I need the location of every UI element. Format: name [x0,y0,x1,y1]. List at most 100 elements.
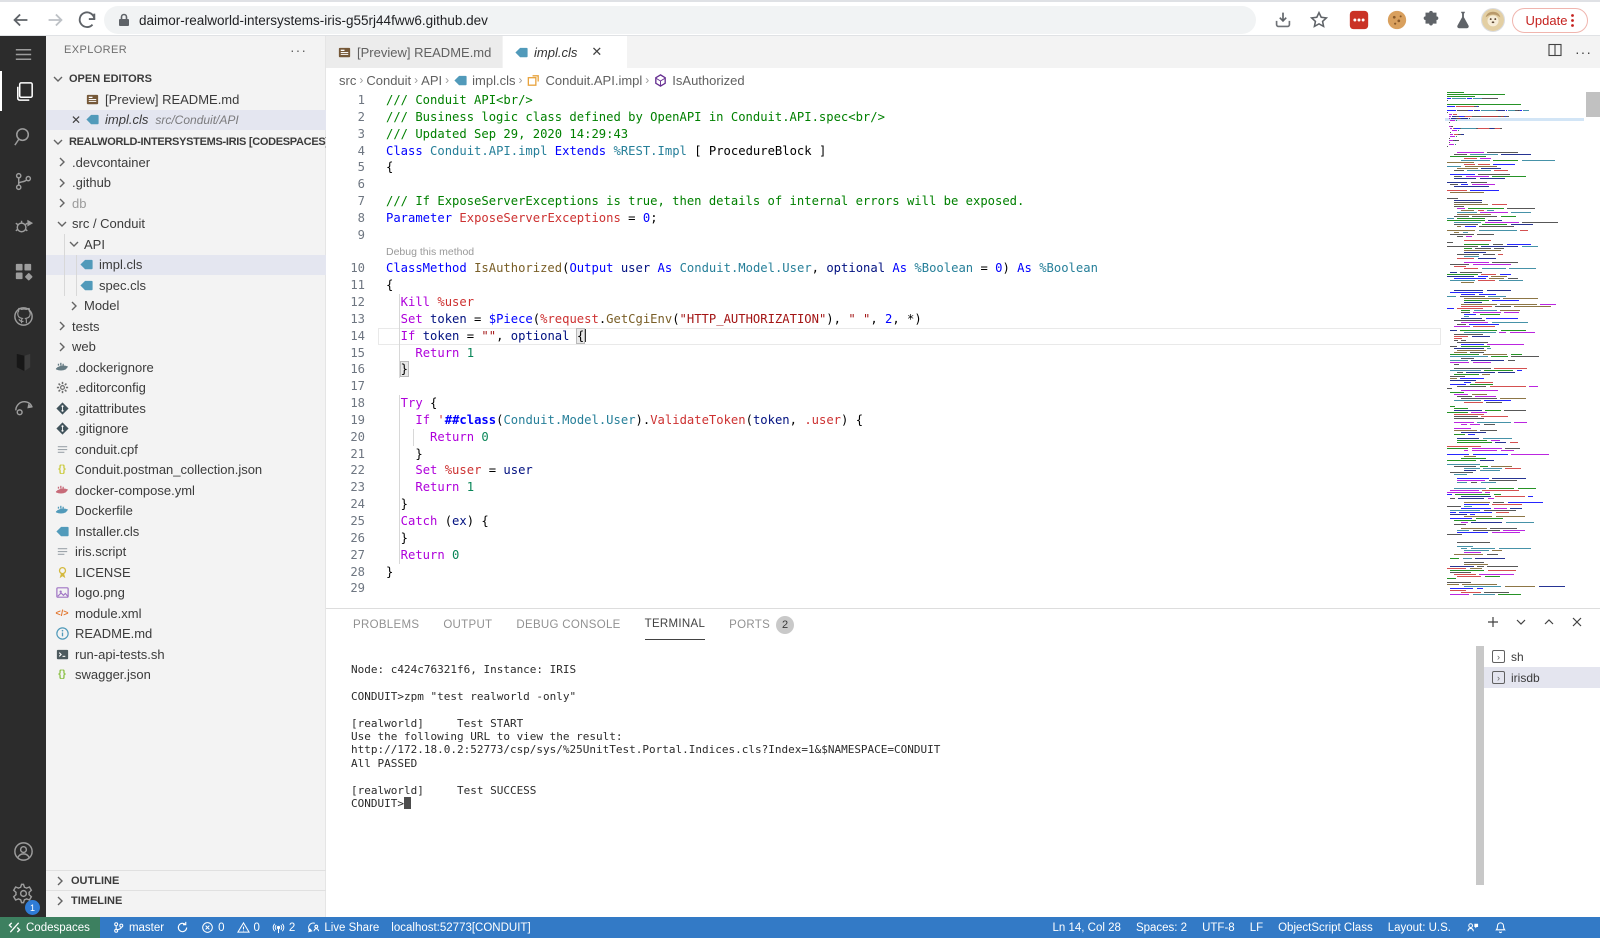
status-lf[interactable]: LF [1250,922,1263,934]
tree-file--gitignore[interactable]: .gitignore [46,419,326,440]
status-master[interactable]: master [112,921,164,934]
tree-file-iris-script[interactable]: iris.script [46,542,326,563]
status-spaces-2[interactable]: Spaces: 2 [1136,922,1187,934]
minimap[interactable] [1445,92,1584,604]
tree-folder-db[interactable]: db [46,193,326,214]
extensions-puzzle-icon[interactable] [1420,9,1442,31]
status-live-share[interactable]: Live Share [307,921,379,934]
outline-section[interactable]: OUTLINE [46,870,326,890]
tree-folder-web[interactable]: web [46,337,326,358]
tab-close-icon[interactable]: ✕ [591,44,602,60]
breadcrumb-impl-cls[interactable]: impl.cls [452,72,515,88]
tree-file-license[interactable]: LICENSE [46,562,326,583]
tree-file-readme-md[interactable]: README.md [46,624,326,645]
close-editor-icon[interactable]: ✕ [68,112,84,128]
tree-folder-api[interactable]: API [46,234,326,255]
url-bar[interactable]: daimor-realworld-intersystems-iris-g55rj… [104,6,1256,34]
tree-folder--devcontainer[interactable]: .devcontainer [46,152,326,173]
update-button[interactable]: Update [1512,8,1588,33]
workspace-root-header[interactable]: REALWORLD-INTERSYSTEMS-IRIS [CODESPACES] [46,131,326,152]
panel-tab-problems[interactable]: PROBLEMS [353,609,419,640]
tree-folder--github[interactable]: .github [46,173,326,194]
timeline-section[interactable]: TIMELINE [46,890,326,910]
panel-tab-output[interactable]: OUTPUT [443,609,492,640]
remote-indicator[interactable]: Codespaces [0,917,100,938]
bookmark-star-icon[interactable] [1308,9,1330,31]
flask-icon[interactable] [1452,9,1474,31]
split-editor-icon[interactable] [1547,42,1563,63]
editor-more-icon[interactable]: ··· [1575,44,1592,60]
activity-debug-view-icon[interactable] [0,206,46,246]
panel-close-icon[interactable] [1570,615,1584,634]
tree-file-conduit-postman-collection-json[interactable]: {}Conduit.postman_collection.json [46,460,326,481]
activity-account-icon[interactable] [0,831,46,871]
editor-scrollbar[interactable] [1586,92,1600,117]
code-editor[interactable]: 1/// Conduit API<br/>2/// Business logic… [326,92,1600,608]
open-editor-item[interactable]: ✕impl.clssrc/Conduit/API [46,110,326,131]
terminal-output[interactable]: Node: c424c76321f6, Instance: IRISCONDUI… [351,663,940,810]
tree-file--editorconfig[interactable]: .editorconfig [46,378,326,399]
status-bell[interactable] [1494,921,1507,934]
sidebar-more-icon[interactable]: ··· [290,42,307,58]
tab--preview-readme-md[interactable]: [Preview] README.md [326,36,503,68]
tree-file-dockerfile[interactable]: Dockerfile [46,501,326,522]
download-icon[interactable] [1272,9,1294,31]
activity-menu-icon[interactable] [0,34,46,74]
tree-file--gitattributes[interactable]: .gitattributes [46,398,326,419]
breadcrumb-api[interactable]: API [421,73,442,88]
terminal-instance-irisdb[interactable]: ›irisdb [1484,667,1600,688]
status-ln-14-col-28[interactable]: Ln 14, Col 28 [1053,922,1121,934]
tree-file-docker-compose-yml[interactable]: docker-compose.yml [46,480,326,501]
tree-folder-src-conduit[interactable]: src / Conduit [46,214,326,235]
activity-files-view-icon[interactable] [0,71,46,111]
status-feedback[interactable] [1466,921,1479,934]
tree-file-logo-png[interactable]: logo.png [46,583,326,604]
reload-icon[interactable] [76,9,98,31]
tab-impl-cls[interactable]: impl.cls✕ [503,36,627,68]
terminal-list-scrollbar[interactable] [1476,646,1484,885]
tree-file-swagger-json[interactable]: {}swagger.json [46,665,326,686]
new-terminal-icon[interactable] [1486,615,1500,634]
tree-folder-tests[interactable]: tests [46,316,326,337]
activity-source-control-view-icon[interactable] [0,161,46,201]
activity-extensions-view-icon[interactable] [0,251,46,291]
breadcrumbs[interactable]: src›Conduit›API›impl.cls›Conduit.API.imp… [326,68,1600,92]
tree-file-impl-cls[interactable]: impl.cls [46,255,326,276]
tree-file-conduit-cpf[interactable]: conduit.cpf [46,439,326,460]
password-extension-icon[interactable] [1348,9,1370,31]
panel-tab-debug-console[interactable]: DEBUG CONSOLE [516,609,620,640]
status-localhost-52773-conduit-[interactable]: localhost:52773[CONDUIT] [391,921,530,934]
breadcrumb-src[interactable]: src [339,73,356,88]
status-layout-u-s-[interactable]: Layout: U.S. [1388,922,1451,934]
panel-tab-terminal[interactable]: TERMINAL [645,609,706,640]
status-2[interactable]: 2 [272,921,295,934]
tree-file--dockerignore[interactable]: .dockerignore [46,357,326,378]
status-sync[interactable] [176,921,189,934]
activity-settings-icon[interactable]: 1 [0,873,46,913]
open-editor-item[interactable]: [Preview] README.md [46,89,326,110]
tree-folder-model[interactable]: Model [46,296,326,317]
activity-search-view-icon[interactable] [0,116,46,156]
status-0[interactable]: 0 [201,921,224,934]
open-editors-header[interactable]: OPEN EDITORS [46,68,326,89]
terminal-dropdown-icon[interactable] [1514,615,1528,634]
breadcrumb-conduit-api-impl[interactable]: Conduit.API.impl [525,72,642,88]
codelens-debug-link[interactable]: Debug this method [386,244,474,261]
status-utf-8[interactable]: UTF-8 [1202,922,1235,934]
breadcrumb-conduit[interactable]: Conduit [366,73,411,88]
tree-file-spec-cls[interactable]: spec.cls [46,275,326,296]
tree-file-run-api-tests-sh[interactable]: run-api-tests.sh [46,644,326,665]
forward-icon[interactable] [44,9,66,31]
cookie-icon[interactable] [1386,9,1408,31]
activity-github-view-icon[interactable] [0,296,46,336]
activity-objectscript-view-icon[interactable] [0,341,46,381]
tree-file-installer-cls[interactable]: Installer.cls [46,521,326,542]
profile-avatar[interactable] [1481,8,1505,32]
status-objectscript-class[interactable]: ObjectScript Class [1278,922,1373,934]
breadcrumb-isauthorized[interactable]: IsAuthorized [652,72,744,88]
tree-file-module-xml[interactable]: </>module.xml [46,603,326,624]
activity-remote-view-icon[interactable] [0,386,46,426]
terminal-instance-sh[interactable]: ›sh [1484,646,1600,667]
status-0[interactable]: 0 [237,921,260,934]
panel-maximize-icon[interactable] [1542,615,1556,634]
